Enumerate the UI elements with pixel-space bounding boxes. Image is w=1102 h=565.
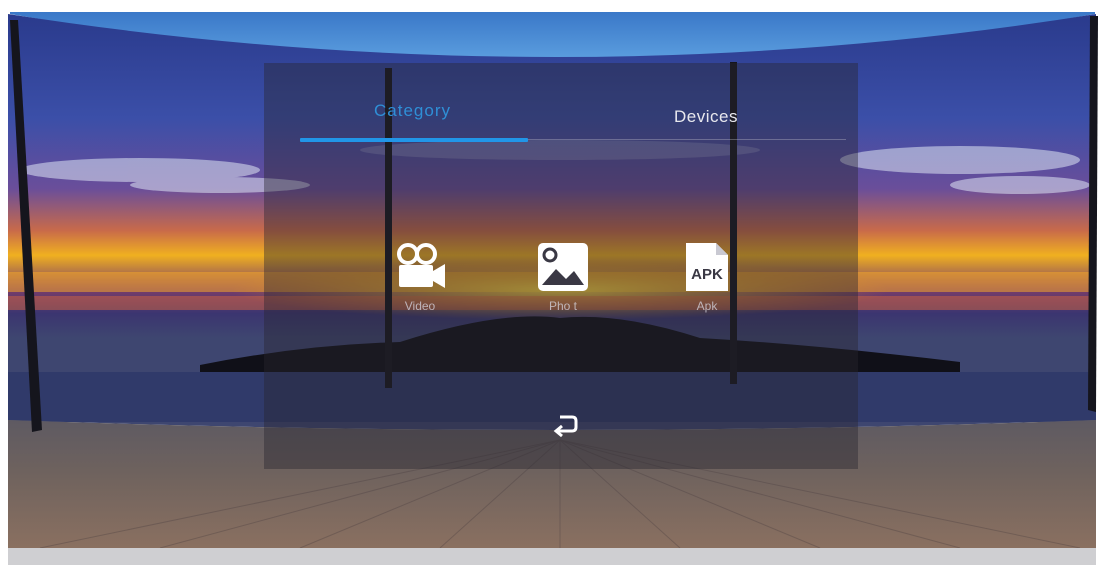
back-button[interactable] — [550, 413, 580, 438]
category-video[interactable]: Video — [380, 241, 460, 321]
apk-file-icon: APK — [686, 243, 728, 291]
vr-environment: Category Devices Video Pho t APK Apk — [0, 0, 1102, 565]
category-label-apk: Apk — [696, 299, 718, 313]
category-apk[interactable]: APK Apk — [667, 241, 747, 321]
image-icon — [538, 243, 588, 291]
category-label-video: Video — [404, 299, 436, 313]
category-photo[interactable]: Pho t — [523, 241, 603, 321]
category-panel: Category Devices Video Pho t APK Apk — [264, 63, 858, 469]
tab-category[interactable]: Category — [374, 101, 451, 121]
apk-icon-text: APK — [691, 266, 723, 283]
video-camera-icon — [397, 243, 445, 288]
tab-devices[interactable]: Devices — [674, 107, 738, 127]
active-tab-indicator — [300, 138, 528, 142]
category-label-photo: Pho t — [548, 299, 578, 313]
return-arrow-icon — [553, 415, 578, 438]
